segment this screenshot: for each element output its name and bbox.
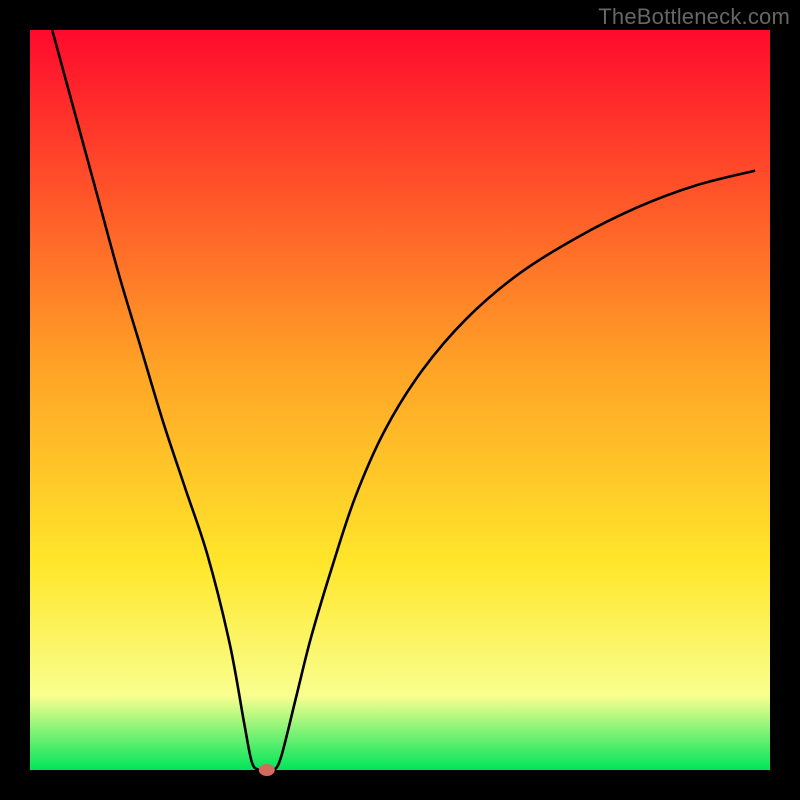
plot-area <box>30 30 770 770</box>
chart-svg <box>0 0 800 800</box>
chart-container: TheBottleneck.com <box>0 0 800 800</box>
watermark-text: TheBottleneck.com <box>598 4 790 30</box>
nadir-marker <box>259 764 275 776</box>
